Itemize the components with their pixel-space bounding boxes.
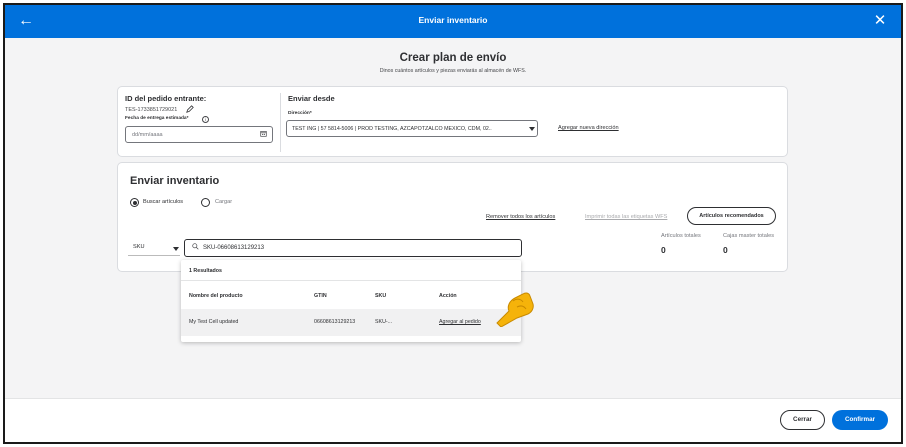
calendar-icon[interactable] (260, 130, 267, 139)
inventory-card: Enviar inventario Buscar artículos Carga… (117, 162, 788, 272)
order-card: ID del pedido entrante: TES-173385172902… (117, 86, 788, 157)
search-input[interactable]: SKU-06608613129213 (184, 239, 522, 257)
radio-search-items[interactable] (130, 198, 139, 207)
app-frame: ← Enviar inventario ✕ Crear plan de enví… (3, 3, 903, 444)
total-items-value: 0 (661, 245, 666, 255)
column-header: Acción (439, 293, 457, 299)
gtin-cell: 06608613129213 (314, 319, 356, 325)
inventory-title: Enviar inventario (130, 175, 220, 187)
chevron-down-icon[interactable] (529, 127, 535, 131)
address-value: TEST ING | 57 5814-5006 | PROD TESTING, … (292, 126, 492, 132)
pencil-icon[interactable] (186, 105, 194, 115)
confirm-button[interactable]: Confirmar (832, 410, 888, 430)
page-title: Crear plan de envío (399, 52, 507, 64)
search-icon (192, 243, 199, 252)
column-header: SKU (375, 293, 387, 299)
add-address-link[interactable]: Agregar nueva dirección (558, 125, 619, 131)
results-count: 1 Resultados (189, 268, 222, 274)
master-boxes-value: 0 (723, 245, 728, 255)
modal-body: Crear plan de envío Dinos cuántos artícu… (5, 38, 901, 398)
close-button[interactable]: Cerrar (780, 410, 825, 430)
search-value: SKU-06608613129213 (203, 245, 265, 251)
radio-search-label: Buscar artículos (143, 199, 184, 205)
sku-cell: SKU-... (375, 319, 393, 325)
recommended-items-button[interactable]: Artículos recomendados (687, 207, 776, 225)
address-label: Dirección* (288, 111, 312, 116)
ship-from-title: Enviar desde (288, 94, 335, 103)
column-header: Nombre del producto (189, 293, 243, 299)
address-select[interactable]: TEST ING | 57 5814-5006 | PROD TESTING, … (286, 120, 538, 137)
delivery-date-label: Fecha de entrega estimada* (125, 116, 189, 121)
page-subtitle: Dinos cuántos artículos y piezas enviará… (379, 68, 527, 74)
search-type-value: SKU (133, 244, 145, 250)
modal-title: Enviar inventario (418, 15, 488, 25)
order-id-label: ID del pedido entrante: (125, 94, 207, 103)
search-results-dropdown: 1 Resultados Nombre del producto GTIN SK… (181, 260, 521, 342)
date-placeholder: dd/mm/aaaa (132, 132, 163, 138)
column-header: GTIN (314, 293, 327, 299)
info-icon[interactable]: i (202, 116, 209, 123)
pointing-hand-icon (496, 292, 534, 327)
delivery-date-input[interactable]: dd/mm/aaaa (125, 126, 273, 143)
radio-upload-label: Cargar (215, 199, 233, 205)
results-divider (181, 280, 521, 281)
radio-upload[interactable] (201, 198, 210, 207)
product-name-cell: My Test Cell updated (189, 319, 239, 325)
modal-header: ← Enviar inventario ✕ (5, 5, 901, 38)
total-items-label: Artículos totales (661, 233, 701, 239)
close-icon[interactable]: ✕ (869, 11, 891, 31)
order-id-value: TES-1733851729021 (125, 107, 178, 113)
modal-footer: Cerrar Confirmar (5, 398, 901, 442)
add-to-order-link[interactable]: Agregar al pedido (439, 319, 481, 325)
print-labels-link[interactable]: Imprimir todas las etiquetas WFS (585, 214, 667, 220)
card-divider (280, 93, 281, 152)
chevron-down-icon[interactable] (173, 247, 179, 251)
master-boxes-label: Cajas master totales (723, 233, 774, 239)
remove-all-link[interactable]: Remover todos los artículos (486, 214, 555, 220)
